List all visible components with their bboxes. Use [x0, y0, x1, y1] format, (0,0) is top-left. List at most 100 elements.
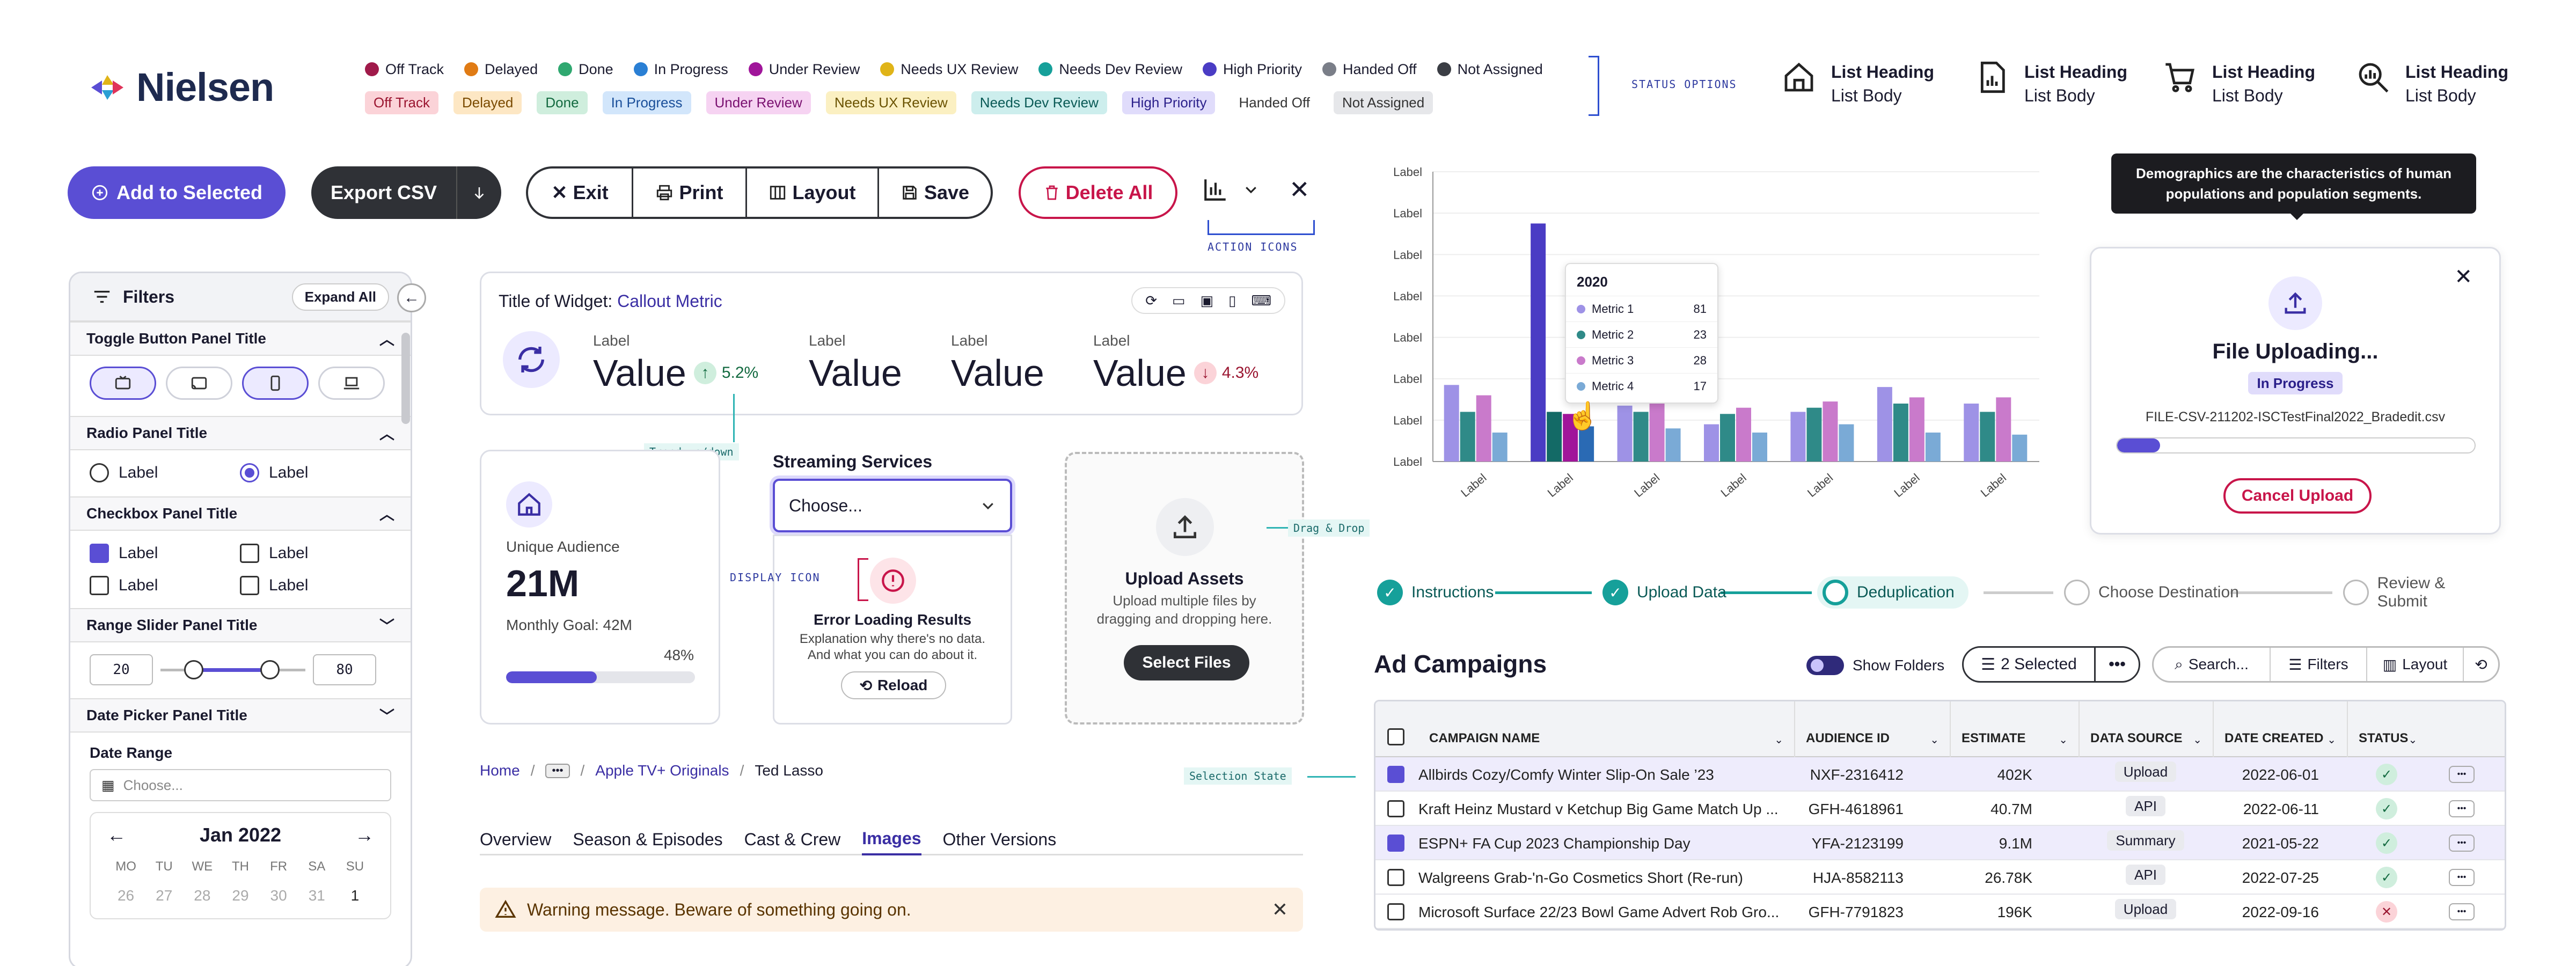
- calendar-day[interactable]: 26: [107, 887, 145, 904]
- range-min-input[interactable]: 20: [90, 654, 153, 685]
- step-item[interactable]: ✓ Upload Data: [1602, 576, 1726, 609]
- select-files-button[interactable]: Select Files: [1124, 645, 1249, 680]
- bar[interactable]: [1909, 397, 1924, 462]
- row-checkbox[interactable]: [1387, 800, 1404, 817]
- bar[interactable]: [1665, 428, 1681, 462]
- table-row[interactable]: Kraft Heinz Mustard v Ketchup Big Game M…: [1375, 792, 2505, 826]
- more-options-button[interactable]: •••: [2096, 648, 2139, 681]
- row-checkbox[interactable]: [1387, 869, 1404, 886]
- toggle-tv[interactable]: [90, 367, 156, 400]
- row-checkbox[interactable]: [1387, 766, 1404, 783]
- save-button[interactable]: Save: [879, 169, 991, 217]
- close-icon[interactable]: ✕: [1289, 175, 1310, 204]
- checkbox[interactable]: [240, 576, 259, 595]
- row-checkbox[interactable]: [1387, 835, 1404, 852]
- checkbox[interactable]: [240, 544, 259, 563]
- bar[interactable]: [1492, 433, 1507, 462]
- selected-count-button[interactable]: ☰ 2 Selected: [1964, 648, 2096, 681]
- delete-all-button[interactable]: Delete All: [1019, 166, 1177, 219]
- checkbox[interactable]: [90, 576, 109, 595]
- bar[interactable]: [1823, 401, 1838, 462]
- radio-panel-header[interactable]: Radio Panel Title ︿: [70, 416, 411, 450]
- radio-button[interactable]: [90, 463, 109, 482]
- export-dropdown-button[interactable]: [456, 166, 501, 219]
- bar[interactable]: [2012, 434, 2028, 462]
- search-button[interactable]: ⌕ Search...: [2154, 648, 2271, 681]
- checkbox-option[interactable]: Label: [90, 544, 240, 563]
- filters-button[interactable]: ☰ Filters: [2271, 648, 2367, 681]
- tab-item[interactable]: Other Versions: [943, 823, 1057, 855]
- bar[interactable]: [1980, 412, 1995, 462]
- toggle-panel-header[interactable]: Toggle Button Panel Title ︿: [70, 321, 411, 356]
- step-item[interactable]: Review & Submit: [2343, 574, 2499, 610]
- add-to-selected-button[interactable]: Add to Selected: [68, 166, 286, 219]
- bar[interactable]: [1649, 397, 1665, 462]
- date-panel-header[interactable]: Date Picker Panel Title ﹀: [70, 698, 411, 733]
- next-month-icon[interactable]: →: [355, 824, 374, 846]
- bar[interactable]: [1617, 405, 1633, 462]
- table-row[interactable]: Microsoft Surface 22/23 Bowl Game Advert…: [1375, 895, 2505, 929]
- expand-all-button[interactable]: Expand All: [291, 283, 389, 311]
- list-item[interactable]: List Heading List Body: [2163, 60, 2315, 107]
- close-icon[interactable]: ✕: [1272, 898, 1288, 921]
- calendar-day[interactable]: 29: [221, 887, 259, 904]
- row-more-icon[interactable]: •••: [2449, 766, 2475, 783]
- toggle-switch[interactable]: [1806, 656, 1844, 675]
- tab-item[interactable]: Season & Episodes: [573, 823, 722, 855]
- checkbox[interactable]: [90, 544, 109, 563]
- print-button[interactable]: Print: [633, 169, 747, 217]
- table-row[interactable]: Walgreens Grab-'n-Go Cosmetics Short (Re…: [1375, 860, 2505, 895]
- export-csv-button[interactable]: Export CSV: [311, 166, 456, 219]
- refresh-icon[interactable]: ⟳: [1145, 292, 1157, 309]
- range-min-handle[interactable]: [184, 660, 203, 679]
- bar[interactable]: [1736, 407, 1751, 462]
- tab-item[interactable]: Images: [862, 823, 921, 855]
- calendar-day[interactable]: 1: [336, 887, 374, 904]
- select-all-checkbox[interactable]: [1387, 728, 1404, 745]
- row-checkbox[interactable]: [1387, 903, 1404, 920]
- streaming-select[interactable]: Choose...: [773, 479, 1012, 532]
- bar[interactable]: [1704, 424, 1719, 462]
- chevron-down-icon[interactable]: [1243, 181, 1259, 197]
- list-item[interactable]: List Heading List Body: [1782, 60, 1934, 107]
- bar[interactable]: [1806, 407, 1822, 462]
- checkbox-option[interactable]: Label: [90, 576, 240, 595]
- bar[interactable]: [1531, 223, 1546, 462]
- list-item[interactable]: List Heading List Body: [2356, 60, 2508, 107]
- step-item[interactable]: ✓ Instructions: [1377, 576, 1494, 609]
- calendar-day[interactable]: 28: [183, 887, 221, 904]
- exit-button[interactable]: ✕ Exit: [528, 169, 633, 217]
- toggle-cast[interactable]: [166, 367, 232, 400]
- column-header[interactable]: ESTIMATE ⌄: [1950, 701, 2079, 757]
- cancel-upload-button[interactable]: Cancel Upload: [2223, 478, 2372, 514]
- reload-button[interactable]: ⟲ Reload: [841, 671, 946, 699]
- bar[interactable]: [1925, 433, 1941, 462]
- row-more-icon[interactable]: •••: [2449, 800, 2475, 817]
- range-max-handle[interactable]: [260, 660, 280, 679]
- bar[interactable]: [1547, 412, 1562, 462]
- tv-icon[interactable]: ▭: [1172, 292, 1185, 309]
- prev-month-icon[interactable]: ←: [107, 824, 126, 846]
- row-more-icon[interactable]: •••: [2449, 869, 2475, 886]
- breadcrumb-parent[interactable]: Apple TV+ Originals: [595, 762, 729, 779]
- bar-chart-icon[interactable]: [1202, 176, 1229, 203]
- toggle-mobile[interactable]: [242, 367, 309, 400]
- checkbox-option[interactable]: Label: [240, 576, 379, 595]
- column-header[interactable]: DATE CREATED ⌄: [2213, 701, 2347, 757]
- radio-option[interactable]: Label: [90, 463, 240, 482]
- bar[interactable]: [1877, 387, 1892, 462]
- calendar-day[interactable]: 30: [260, 887, 298, 904]
- row-more-icon[interactable]: •••: [2449, 903, 2475, 920]
- bar[interactable]: [1964, 404, 1979, 462]
- bar[interactable]: [1720, 414, 1735, 462]
- calendar-day[interactable]: 27: [145, 887, 183, 904]
- range-track[interactable]: [160, 659, 305, 680]
- cast-icon[interactable]: ▣: [1201, 292, 1214, 309]
- table-row[interactable]: ESPN+ FA Cup 2023 Championship Day YFA-21…: [1375, 826, 2505, 860]
- table-row[interactable]: Allbirds Cozy/Comfy Winter Slip-On Sale …: [1375, 757, 2505, 792]
- tab-item[interactable]: Cast & Crew: [744, 823, 841, 855]
- layout-button[interactable]: ▥ Layout: [2367, 648, 2464, 681]
- column-header[interactable]: CAMPAIGN NAME ⌄: [1418, 701, 1794, 757]
- date-input[interactable]: ▦ Choose...: [90, 769, 391, 801]
- bar[interactable]: [1839, 424, 1854, 462]
